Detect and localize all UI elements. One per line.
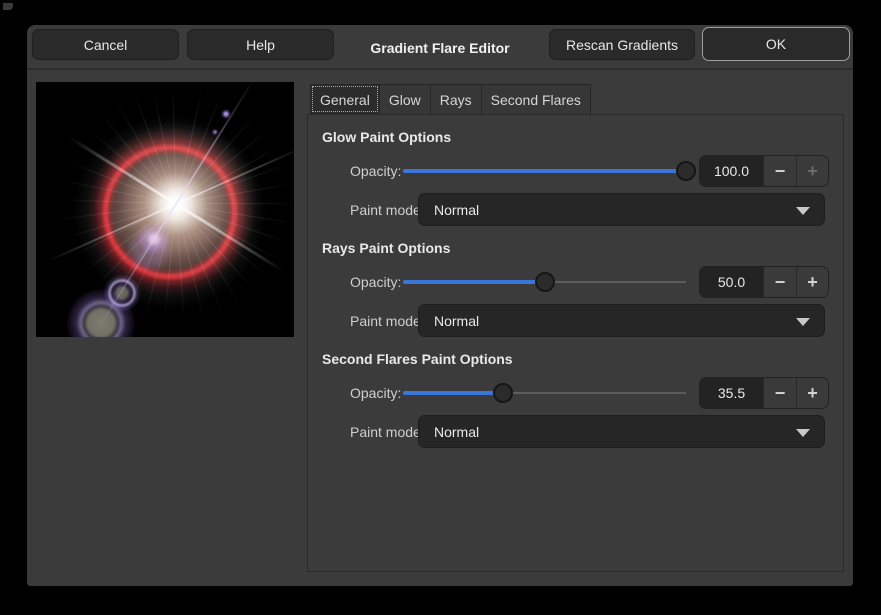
opacity-value-field[interactable]: 50.0 (700, 267, 763, 297)
opacity-slider[interactable] (403, 383, 686, 403)
cancel-button[interactable]: Cancel (32, 29, 179, 60)
opacity-value-field[interactable]: 100.0 (700, 156, 763, 186)
opacity-spinbox: 50.0 − + (699, 266, 829, 298)
paint-mode-value: Normal (419, 424, 479, 440)
slider-fill (403, 391, 503, 395)
tab-bar: General Glow Rays Second Flares (310, 84, 591, 114)
tab-rays[interactable]: Rays (431, 84, 482, 114)
paint-mode-dropdown[interactable]: Normal (418, 193, 825, 226)
chevron-down-icon (796, 207, 810, 215)
screen-artifact (3, 3, 13, 10)
paint-mode-value: Normal (419, 313, 479, 329)
opacity-slider[interactable] (403, 272, 686, 292)
chevron-down-icon (796, 318, 810, 326)
opacity-decrement-button[interactable]: − (763, 156, 796, 186)
ok-button[interactable]: OK (702, 27, 850, 61)
rays-paint-options-section: Rays Paint Options Opacity: 50.0 − + Pai… (307, 240, 844, 345)
paint-mode-label: Paint mode: (350, 424, 425, 440)
gradient-flare-editor-dialog: Gradient Flare Editor Cancel Help Rescan… (27, 25, 853, 586)
help-button[interactable]: Help (187, 29, 334, 60)
flare-preview[interactable] (36, 82, 294, 337)
opacity-spinbox: 35.5 − + (699, 377, 829, 409)
slider-handle[interactable] (535, 272, 555, 292)
dialog-header: Gradient Flare Editor Cancel Help Rescan… (27, 25, 853, 70)
screen: Gradient Flare Editor Cancel Help Rescan… (0, 0, 881, 615)
tab-general[interactable]: General (310, 84, 380, 114)
slider-fill (403, 280, 545, 284)
chevron-down-icon (796, 429, 810, 437)
paint-mode-dropdown[interactable]: Normal (418, 415, 825, 448)
section-title: Rays Paint Options (322, 240, 450, 256)
slider-handle[interactable] (676, 161, 696, 181)
slider-fill (403, 169, 686, 173)
opacity-slider[interactable] (403, 161, 686, 181)
section-title: Second Flares Paint Options (322, 351, 513, 367)
section-title: Glow Paint Options (322, 129, 451, 145)
glow-paint-options-section: Glow Paint Options Opacity: 100.0 − + Pa… (307, 129, 844, 234)
paint-mode-value: Normal (419, 202, 479, 218)
opacity-value-field[interactable]: 35.5 (700, 378, 763, 408)
opacity-decrement-button[interactable]: − (763, 378, 796, 408)
opacity-label: Opacity: (350, 385, 401, 401)
paint-mode-label: Paint mode: (350, 202, 425, 218)
opacity-increment-button[interactable]: + (796, 378, 828, 408)
second-flares-paint-options-section: Second Flares Paint Options Opacity: 35.… (307, 351, 844, 456)
opacity-label: Opacity: (350, 274, 401, 290)
opacity-decrement-button[interactable]: − (763, 267, 796, 297)
opacity-label: Opacity: (350, 163, 401, 179)
tab-second-flares[interactable]: Second Flares (482, 84, 591, 114)
rescan-gradients-button[interactable]: Rescan Gradients (549, 29, 695, 60)
paint-mode-label: Paint mode: (350, 313, 425, 329)
opacity-spinbox: 100.0 − + (699, 155, 829, 187)
paint-mode-dropdown[interactable]: Normal (418, 304, 825, 337)
tab-glow[interactable]: Glow (380, 84, 431, 114)
opacity-increment-button[interactable]: + (796, 267, 828, 297)
slider-handle[interactable] (493, 383, 513, 403)
opacity-increment-button[interactable]: + (796, 156, 828, 186)
